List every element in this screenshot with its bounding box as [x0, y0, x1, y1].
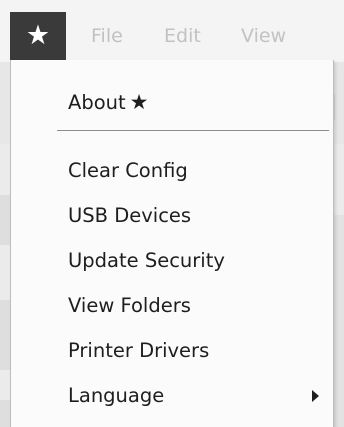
menu-item-language[interactable]: Language	[11, 376, 333, 416]
menu-separator	[57, 130, 329, 131]
menu-item-label: View Folders	[68, 294, 191, 317]
menu-item-usb-devices[interactable]: USB Devices	[11, 196, 333, 236]
menu-item-label: USB Devices	[68, 204, 192, 227]
menu-item-update-security[interactable]: Update Security	[11, 241, 333, 281]
menu-item-clear-config[interactable]: Clear Config	[11, 151, 333, 191]
menubar: ★ File Edit View	[0, 0, 344, 63]
menu-item-label: Clear Config	[68, 159, 188, 182]
menu-view[interactable]: View	[241, 25, 286, 47]
menu-item-label: Printer Drivers	[68, 339, 210, 362]
star-dropdown-menu: About ★ Clear Config USB Devices Update S…	[10, 60, 334, 427]
star-menu-button[interactable]: ★	[10, 12, 66, 60]
menu-item-label: Update Security	[68, 249, 225, 272]
menu-item-view-folders[interactable]: View Folders	[11, 286, 333, 326]
star-icon: ★	[129, 90, 149, 114]
menu-item-about[interactable]: About ★	[11, 82, 333, 122]
star-icon: ★	[25, 20, 51, 51]
menu-item-printer-drivers[interactable]: Printer Drivers	[11, 331, 333, 371]
submenu-arrow-icon	[312, 390, 319, 402]
menu-item-label: Language	[68, 384, 165, 407]
menu-item-label: About	[68, 91, 126, 114]
menu-edit[interactable]: Edit	[164, 25, 201, 47]
menu-file[interactable]: File	[91, 25, 123, 47]
